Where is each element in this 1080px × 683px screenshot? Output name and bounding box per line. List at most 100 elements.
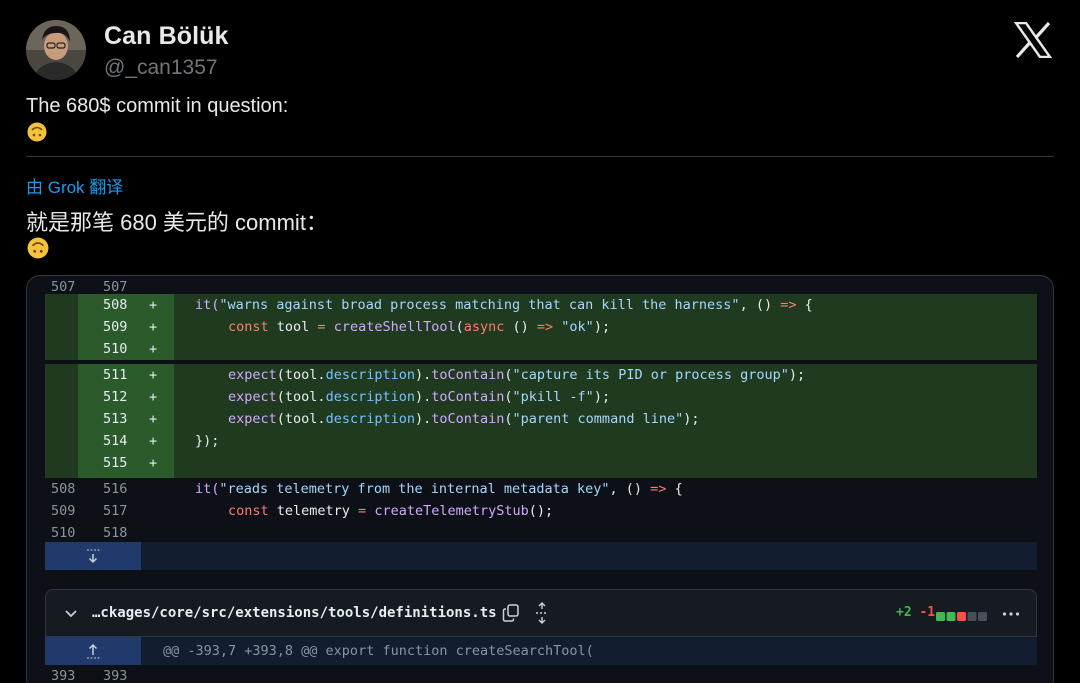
code-token: "pkill -f": [512, 389, 594, 405]
upside-down-face-emoji-icon: [27, 122, 47, 142]
file-header[interactable]: …ckages/core/src/extensions/tools/defini…: [45, 589, 1037, 637]
old-line-number: 393: [51, 668, 76, 683]
chevron-down-icon[interactable]: [64, 606, 78, 620]
new-line-number: 508: [103, 297, 128, 313]
code-token: =>: [780, 297, 797, 313]
code-line: });: [195, 430, 219, 452]
code-token: telemetry: [268, 503, 359, 519]
expand-gutter[interactable]: [45, 542, 141, 570]
code-token: "reads telemetry from the internal metad…: [219, 481, 610, 497]
code-token: (tool.: [276, 389, 326, 405]
tweet-text: The 680$ commit in question:: [26, 95, 289, 117]
code-line: expect(tool.description).toContain("pkil…: [228, 386, 610, 408]
new-line-number: 517: [103, 503, 128, 519]
code-token: ).: [414, 367, 432, 383]
diff-stat: +2 -1: [896, 605, 935, 620]
new-line-number: 393: [103, 668, 128, 683]
old-line-number: 510: [51, 525, 76, 541]
more-options-icon[interactable]: [1001, 604, 1021, 624]
code-token: expect: [228, 367, 277, 383]
upside-down-face-emoji-icon: [27, 237, 49, 259]
old-line-number: 509: [51, 503, 76, 519]
divider: [26, 156, 1054, 157]
code-token: "capture its PID or process group": [512, 367, 789, 383]
code-token: );: [593, 319, 611, 335]
code-token: (): [504, 319, 537, 335]
diff-line-added: 514 + });: [45, 430, 1037, 452]
avatar[interactable]: [26, 20, 86, 80]
diff-line-added: 515 +: [45, 452, 1037, 478]
code-token: });: [195, 433, 220, 449]
deletions-count: -1: [919, 605, 936, 620]
x-logo-icon[interactable]: [1013, 21, 1053, 59]
translated-by-grok[interactable]: 由 Grok 翻译: [26, 173, 123, 198]
additions-count: +2: [896, 605, 912, 620]
code-token: createTelemetryStub: [366, 503, 529, 519]
hunk-header-text: @@ -393,7 +393,8 @@ export function crea…: [163, 643, 594, 659]
expand-down-icon[interactable]: [85, 547, 101, 565]
expand-hidden-lines-row[interactable]: [45, 542, 1037, 570]
old-line-number: 508: [51, 481, 76, 497]
new-line-number: 509: [103, 319, 128, 335]
new-line-number: 511: [103, 367, 128, 383]
code-token: (tool.: [276, 367, 326, 383]
code-line: expect(tool.description).toContain("pare…: [228, 408, 699, 430]
file-path[interactable]: …ckages/core/src/extensions/tools/defini…: [92, 605, 497, 621]
new-line-number: 512: [103, 389, 128, 405]
diff-line-added: 512 + expect(tool.description).toContain…: [45, 386, 1037, 408]
code-token: ).: [414, 411, 432, 427]
author-name[interactable]: Can Bölük: [104, 22, 229, 51]
code-token: );: [593, 389, 611, 405]
code-token: , (): [609, 481, 651, 497]
fold-expand-icon[interactable]: [534, 602, 550, 624]
code-token: "warns against broad process matching th…: [219, 297, 740, 313]
translated-text: 就是那笔 680 美元的 commit：: [26, 210, 328, 235]
code-token: createShellTool: [325, 319, 456, 335]
code-token: it(: [195, 481, 220, 497]
code-token: expect: [228, 389, 277, 405]
code-line: const telemetry = createTelemetryStub();: [228, 500, 553, 522]
add-marker: +: [149, 433, 158, 449]
code-token: tool: [268, 319, 318, 335]
code-token: const: [228, 319, 269, 335]
diff-line-context: 509 517 const telemetry = createTelemetr…: [45, 500, 1037, 522]
add-marker: +: [149, 411, 158, 427]
expand-gutter[interactable]: [45, 637, 141, 665]
code-token: description: [325, 367, 415, 383]
diff-line-context: 510 518: [45, 522, 1037, 544]
code-token: description: [325, 411, 415, 427]
diff-line-added: 511 + expect(tool.description).toContain…: [45, 364, 1037, 386]
add-marker: +: [149, 319, 158, 335]
copy-icon[interactable]: [502, 603, 520, 623]
diff-line-added: 509 + const tool = createShellTool(async…: [45, 316, 1037, 338]
code-token: =: [317, 319, 326, 335]
code-token: expect: [228, 411, 277, 427]
code-token: toContain: [431, 411, 505, 427]
code-token: toContain: [431, 367, 505, 383]
add-marker: +: [149, 367, 158, 383]
add-marker: +: [149, 389, 158, 405]
add-marker: +: [149, 455, 158, 471]
code-line: it("reads telemetry from the internal me…: [195, 478, 683, 500]
expand-up-icon[interactable]: [85, 642, 101, 660]
new-line-number: 518: [103, 525, 128, 541]
diff-line-added: 513 + expect(tool.description).toContain…: [45, 408, 1037, 430]
author-handle[interactable]: @_can1357: [104, 56, 218, 80]
code-line: expect(tool.description).toContain("capt…: [228, 364, 805, 386]
add-marker: +: [149, 297, 158, 313]
code-token: it(: [195, 297, 220, 313]
code-token: {: [796, 297, 813, 313]
code-line: const tool = createShellTool(async () =>…: [228, 316, 610, 338]
hunk-header-row[interactable]: @@ -393,7 +393,8 @@ export function crea…: [45, 637, 1037, 665]
code-token: =: [358, 503, 367, 519]
code-token: );: [788, 367, 806, 383]
code-diff-card[interactable]: 507 507 508 + it("warns against broad pr…: [26, 275, 1054, 683]
code-token: "parent command line": [512, 411, 684, 427]
code-token: toContain: [431, 389, 505, 405]
code-token: description: [325, 389, 415, 405]
code-token: "ok": [553, 319, 594, 335]
diff-stat-bars: [936, 609, 988, 621]
code-token: const: [228, 503, 269, 519]
code-token: (tool.: [276, 411, 326, 427]
code-token: ();: [528, 503, 554, 519]
